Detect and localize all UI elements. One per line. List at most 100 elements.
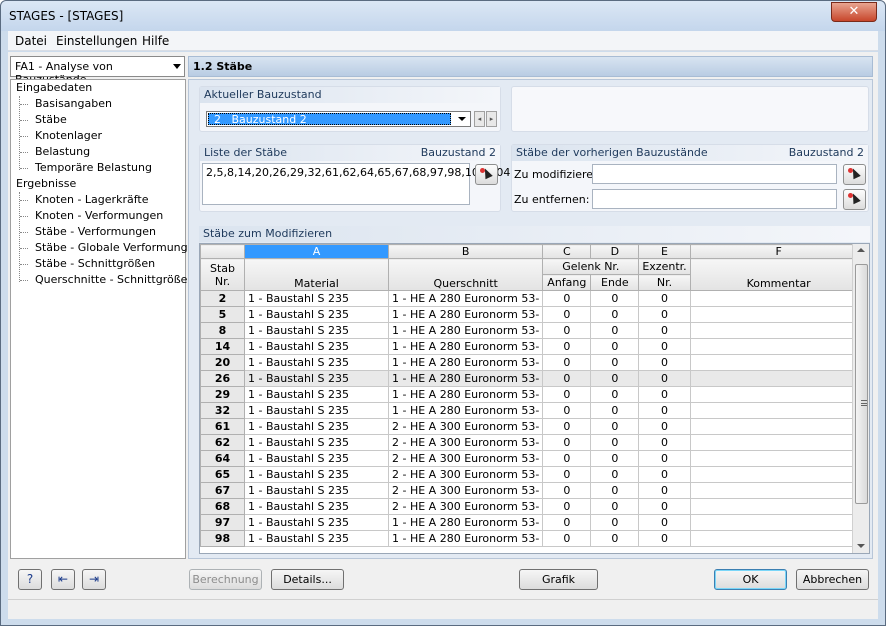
cell-hinge-end[interactable]: 0 [590, 498, 640, 515]
cell-hinge-end[interactable]: 0 [590, 338, 640, 355]
cell-comment[interactable] [689, 482, 868, 499]
column-header-f[interactable]: F [689, 244, 868, 259]
cell-hinge-start[interactable]: 0 [542, 386, 592, 403]
cell-hinge-end[interactable]: 0 [590, 450, 640, 467]
row-number[interactable]: 61 [200, 418, 245, 435]
table-row[interactable]: 97 1 - Baustahl S 235 1 - HE A 280 Euronor… [200, 514, 868, 531]
row-number[interactable]: 5 [200, 306, 245, 323]
cell-eccentricity[interactable]: 0 [638, 290, 691, 307]
row-number[interactable]: 20 [200, 354, 245, 371]
row-number[interactable]: 62 [200, 434, 245, 451]
graphic-button[interactable]: Grafik [519, 569, 598, 590]
cell-section[interactable]: 1 - HE A 280 Euronorm 53- [387, 338, 544, 355]
cell-eccentricity[interactable]: 0 [638, 434, 691, 451]
close-button[interactable]: ✕ [831, 2, 877, 22]
modify-input[interactable] [592, 164, 837, 184]
cell-eccentricity[interactable]: 0 [638, 514, 691, 531]
cell-eccentricity[interactable]: 0 [638, 450, 691, 467]
cell-hinge-end[interactable]: 0 [590, 386, 640, 403]
cell-material[interactable]: 1 - Baustahl S 235 [244, 418, 389, 435]
cell-section[interactable]: 2 - HE A 300 Euronorm 53- [387, 498, 544, 515]
cell-hinge-end[interactable]: 0 [590, 482, 640, 499]
tree-item-knoten-verformungen[interactable]: Knoten - Verformungen [35, 209, 163, 222]
cell-section[interactable]: 2 - HE A 300 Euronorm 53- [387, 418, 544, 435]
cell-section[interactable]: 1 - HE A 280 Euronorm 53- [387, 290, 544, 307]
cell-hinge-start[interactable]: 0 [542, 370, 592, 387]
cell-hinge-start[interactable]: 0 [542, 514, 592, 531]
cell-hinge-start[interactable]: 0 [542, 306, 592, 323]
table-row[interactable]: 32 1 - Baustahl S 235 1 - HE A 280 Euronor… [200, 402, 868, 419]
title-bar[interactable]: STAGES - [STAGES] ✕ [1, 1, 885, 31]
cell-comment[interactable] [689, 514, 868, 531]
cell-hinge-start[interactable]: 0 [542, 322, 592, 339]
export-button[interactable]: ⇥ [82, 569, 106, 590]
cell-hinge-end[interactable]: 0 [590, 370, 640, 387]
cell-hinge-end[interactable]: 0 [590, 418, 640, 435]
cell-material[interactable]: 1 - Baustahl S 235 [244, 530, 389, 547]
tree-item-staebe[interactable]: Stäbe [35, 113, 67, 126]
menu-hilfe[interactable]: Hilfe [142, 34, 169, 48]
table-row[interactable]: 21 - Baustahl S 235 1 - HE A 280 Euronorm… [200, 290, 868, 307]
tree-item-eingabedaten[interactable]: Eingabedaten [16, 81, 92, 94]
cell-eccentricity[interactable]: 0 [638, 466, 691, 483]
cell-section[interactable]: 1 - HE A 280 Euronorm 53- [387, 306, 544, 323]
row-number[interactable]: 2 [200, 290, 245, 307]
table-row[interactable]: 67 1 - Baustahl S 235 2 - HE A 300 Euronor… [200, 482, 868, 499]
scroll-down-icon[interactable] [857, 544, 865, 548]
cell-material[interactable]: 1 - Baustahl S 235 [244, 338, 389, 355]
pick-remove-button[interactable] [843, 189, 866, 210]
row-number[interactable]: 65 [200, 466, 245, 483]
cell-comment[interactable] [689, 450, 868, 467]
cell-hinge-start[interactable]: 0 [542, 290, 592, 307]
cell-hinge-start[interactable]: 0 [542, 482, 592, 499]
cell-material[interactable]: 1 - Baustahl S 235 [244, 482, 389, 499]
tree-item-staebe-globale-verformungen[interactable]: Stäbe - Globale Verformungen [35, 241, 201, 254]
calculation-button[interactable]: Berechnung [189, 569, 262, 590]
cell-material[interactable]: 1 - Baustahl S 235 [244, 370, 389, 387]
cell-hinge-end[interactable]: 0 [590, 434, 640, 451]
cell-comment[interactable] [689, 434, 868, 451]
tree-item-temporaere-belastung[interactable]: Temporäre Belastung [35, 161, 152, 174]
cell-section[interactable]: 1 - HE A 280 Euronorm 53- [387, 370, 544, 387]
cell-section[interactable]: 1 - HE A 280 Euronorm 53- [387, 386, 544, 403]
cell-section[interactable]: 2 - HE A 300 Euronorm 53- [387, 466, 544, 483]
previous-stage-button[interactable]: ◂ [474, 111, 485, 127]
cell-eccentricity[interactable]: 0 [638, 354, 691, 371]
cell-comment[interactable] [689, 498, 868, 515]
cell-comment[interactable] [689, 466, 868, 483]
cell-hinge-end[interactable]: 0 [590, 322, 640, 339]
cell-eccentricity[interactable]: 0 [638, 482, 691, 499]
tree-item-belastung[interactable]: Belastung [35, 145, 90, 158]
cell-eccentricity[interactable]: 0 [638, 386, 691, 403]
menu-datei[interactable]: Datei [15, 34, 47, 48]
table-row[interactable]: 20 1 - Baustahl S 235 1 - HE A 280 Euronor… [200, 354, 868, 371]
column-header-c[interactable]: C [542, 244, 592, 259]
cell-eccentricity[interactable]: 0 [638, 306, 691, 323]
cell-material[interactable]: 1 - Baustahl S 235 [244, 402, 389, 419]
tree-item-knoten-lagerkraefte[interactable]: Knoten - Lagerkräfte [35, 193, 148, 206]
cell-hinge-start[interactable]: 0 [542, 530, 592, 547]
cell-comment[interactable] [689, 370, 868, 387]
row-number[interactable]: 26 [200, 370, 245, 387]
cell-hinge-start[interactable]: 0 [542, 354, 592, 371]
cell-comment[interactable] [689, 530, 868, 547]
cell-comment[interactable] [689, 418, 868, 435]
column-header-e[interactable]: E [638, 244, 691, 259]
cell-comment[interactable] [689, 338, 868, 355]
tree-item-staebe-verformungen[interactable]: Stäbe - Verformungen [35, 225, 156, 238]
cell-section[interactable]: 1 - HE A 280 Euronorm 53- [387, 530, 544, 547]
help-button[interactable]: ? [18, 569, 42, 590]
cell-material[interactable]: 1 - Baustahl S 235 [244, 434, 389, 451]
cell-hinge-start[interactable]: 0 [542, 450, 592, 467]
cell-section[interactable]: 2 - HE A 300 Euronorm 53- [387, 482, 544, 499]
row-number[interactable]: 14 [200, 338, 245, 355]
cell-section[interactable]: 1 - HE A 280 Euronorm 53- [387, 354, 544, 371]
stage-select[interactable]: 2 Bauzustand 2 [206, 111, 471, 127]
cell-material[interactable]: 1 - Baustahl S 235 [244, 498, 389, 515]
tree-item-knotenlager[interactable]: Knotenlager [35, 129, 102, 142]
cell-comment[interactable] [689, 306, 868, 323]
import-button[interactable]: ⇤ [51, 569, 75, 590]
table-row[interactable]: 64 1 - Baustahl S 235 2 - HE A 300 Euronor… [200, 450, 868, 467]
cell-hinge-start[interactable]: 0 [542, 338, 592, 355]
cell-eccentricity[interactable]: 0 [638, 338, 691, 355]
